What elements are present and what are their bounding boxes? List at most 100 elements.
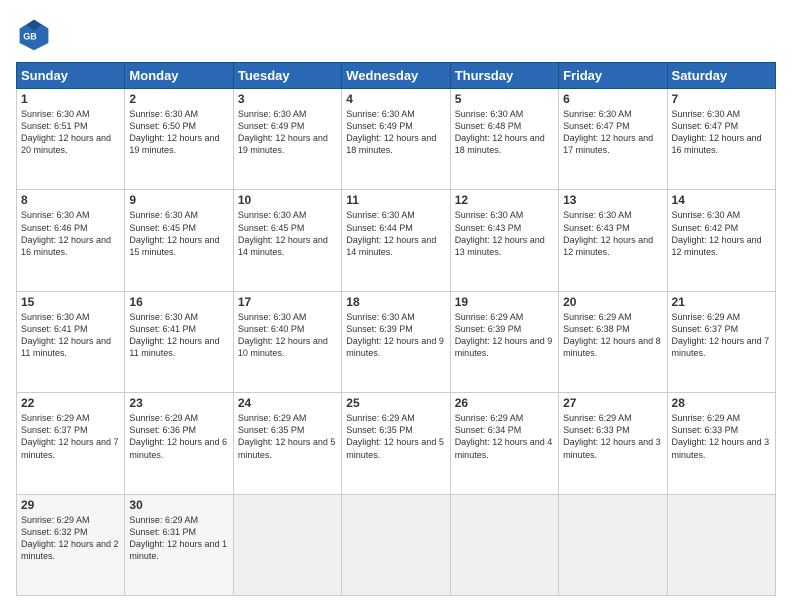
cell-info: Sunrise: 6:30 AM Sunset: 6:49 PM Dayligh… — [346, 108, 445, 157]
cell-info: Sunrise: 6:30 AM Sunset: 6:41 PM Dayligh… — [129, 311, 228, 360]
calendar-cell: 12 Sunrise: 6:30 AM Sunset: 6:43 PM Dayl… — [450, 190, 558, 291]
calendar-cell: 27 Sunrise: 6:29 AM Sunset: 6:33 PM Dayl… — [559, 393, 667, 494]
calendar-header-sunday: Sunday — [17, 63, 125, 89]
day-number: 20 — [563, 295, 662, 309]
cell-info: Sunrise: 6:30 AM Sunset: 6:43 PM Dayligh… — [563, 209, 662, 258]
calendar-cell: 17 Sunrise: 6:30 AM Sunset: 6:40 PM Dayl… — [233, 291, 341, 392]
calendar-cell: 26 Sunrise: 6:29 AM Sunset: 6:34 PM Dayl… — [450, 393, 558, 494]
calendar-cell: 30 Sunrise: 6:29 AM Sunset: 6:31 PM Dayl… — [125, 494, 233, 595]
day-number: 9 — [129, 193, 228, 207]
calendar-header-wednesday: Wednesday — [342, 63, 450, 89]
day-number: 1 — [21, 92, 120, 106]
cell-info: Sunrise: 6:30 AM Sunset: 6:44 PM Dayligh… — [346, 209, 445, 258]
calendar-cell — [667, 494, 775, 595]
calendar-header-friday: Friday — [559, 63, 667, 89]
calendar-week-5: 29 Sunrise: 6:29 AM Sunset: 6:32 PM Dayl… — [17, 494, 776, 595]
calendar-cell: 25 Sunrise: 6:29 AM Sunset: 6:35 PM Dayl… — [342, 393, 450, 494]
day-number: 13 — [563, 193, 662, 207]
calendar-cell: 3 Sunrise: 6:30 AM Sunset: 6:49 PM Dayli… — [233, 89, 341, 190]
day-number: 30 — [129, 498, 228, 512]
day-number: 18 — [346, 295, 445, 309]
cell-info: Sunrise: 6:29 AM Sunset: 6:33 PM Dayligh… — [563, 412, 662, 461]
calendar-week-3: 15 Sunrise: 6:30 AM Sunset: 6:41 PM Dayl… — [17, 291, 776, 392]
calendar-week-4: 22 Sunrise: 6:29 AM Sunset: 6:37 PM Dayl… — [17, 393, 776, 494]
calendar-cell: 13 Sunrise: 6:30 AM Sunset: 6:43 PM Dayl… — [559, 190, 667, 291]
cell-info: Sunrise: 6:29 AM Sunset: 6:39 PM Dayligh… — [455, 311, 554, 360]
day-number: 4 — [346, 92, 445, 106]
day-number: 26 — [455, 396, 554, 410]
calendar-cell: 4 Sunrise: 6:30 AM Sunset: 6:49 PM Dayli… — [342, 89, 450, 190]
calendar-cell: 29 Sunrise: 6:29 AM Sunset: 6:32 PM Dayl… — [17, 494, 125, 595]
calendar-cell: 18 Sunrise: 6:30 AM Sunset: 6:39 PM Dayl… — [342, 291, 450, 392]
cell-info: Sunrise: 6:29 AM Sunset: 6:38 PM Dayligh… — [563, 311, 662, 360]
calendar-header-monday: Monday — [125, 63, 233, 89]
calendar-header-thursday: Thursday — [450, 63, 558, 89]
cell-info: Sunrise: 6:29 AM Sunset: 6:37 PM Dayligh… — [21, 412, 120, 461]
logo-icon: GB — [16, 16, 52, 52]
calendar-cell: 20 Sunrise: 6:29 AM Sunset: 6:38 PM Dayl… — [559, 291, 667, 392]
calendar-table: SundayMondayTuesdayWednesdayThursdayFrid… — [16, 62, 776, 596]
calendar-cell: 22 Sunrise: 6:29 AM Sunset: 6:37 PM Dayl… — [17, 393, 125, 494]
cell-info: Sunrise: 6:30 AM Sunset: 6:40 PM Dayligh… — [238, 311, 337, 360]
day-number: 22 — [21, 396, 120, 410]
calendar-cell — [559, 494, 667, 595]
calendar-cell: 15 Sunrise: 6:30 AM Sunset: 6:41 PM Dayl… — [17, 291, 125, 392]
calendar-cell: 14 Sunrise: 6:30 AM Sunset: 6:42 PM Dayl… — [667, 190, 775, 291]
day-number: 28 — [672, 396, 771, 410]
cell-info: Sunrise: 6:30 AM Sunset: 6:45 PM Dayligh… — [129, 209, 228, 258]
cell-info: Sunrise: 6:30 AM Sunset: 6:49 PM Dayligh… — [238, 108, 337, 157]
cell-info: Sunrise: 6:30 AM Sunset: 6:47 PM Dayligh… — [563, 108, 662, 157]
day-number: 21 — [672, 295, 771, 309]
calendar-header-saturday: Saturday — [667, 63, 775, 89]
cell-info: Sunrise: 6:29 AM Sunset: 6:35 PM Dayligh… — [346, 412, 445, 461]
cell-info: Sunrise: 6:30 AM Sunset: 6:48 PM Dayligh… — [455, 108, 554, 157]
calendar-cell: 8 Sunrise: 6:30 AM Sunset: 6:46 PM Dayli… — [17, 190, 125, 291]
cell-info: Sunrise: 6:29 AM Sunset: 6:31 PM Dayligh… — [129, 514, 228, 563]
calendar-cell: 10 Sunrise: 6:30 AM Sunset: 6:45 PM Dayl… — [233, 190, 341, 291]
day-number: 2 — [129, 92, 228, 106]
cell-info: Sunrise: 6:29 AM Sunset: 6:35 PM Dayligh… — [238, 412, 337, 461]
svg-text:GB: GB — [23, 31, 37, 41]
cell-info: Sunrise: 6:30 AM Sunset: 6:42 PM Dayligh… — [672, 209, 771, 258]
day-number: 10 — [238, 193, 337, 207]
calendar-cell: 6 Sunrise: 6:30 AM Sunset: 6:47 PM Dayli… — [559, 89, 667, 190]
day-number: 3 — [238, 92, 337, 106]
calendar-week-1: 1 Sunrise: 6:30 AM Sunset: 6:51 PM Dayli… — [17, 89, 776, 190]
calendar-cell: 11 Sunrise: 6:30 AM Sunset: 6:44 PM Dayl… — [342, 190, 450, 291]
day-number: 17 — [238, 295, 337, 309]
page: GB SundayMondayTuesdayWednesdayThursdayF… — [0, 0, 792, 612]
day-number: 25 — [346, 396, 445, 410]
day-number: 12 — [455, 193, 554, 207]
calendar-cell: 1 Sunrise: 6:30 AM Sunset: 6:51 PM Dayli… — [17, 89, 125, 190]
calendar-cell — [342, 494, 450, 595]
calendar-cell: 23 Sunrise: 6:29 AM Sunset: 6:36 PM Dayl… — [125, 393, 233, 494]
day-number: 14 — [672, 193, 771, 207]
header: GB — [16, 16, 776, 52]
cell-info: Sunrise: 6:30 AM Sunset: 6:45 PM Dayligh… — [238, 209, 337, 258]
calendar-cell: 19 Sunrise: 6:29 AM Sunset: 6:39 PM Dayl… — [450, 291, 558, 392]
calendar-cell: 28 Sunrise: 6:29 AM Sunset: 6:33 PM Dayl… — [667, 393, 775, 494]
cell-info: Sunrise: 6:29 AM Sunset: 6:33 PM Dayligh… — [672, 412, 771, 461]
calendar-header-row: SundayMondayTuesdayWednesdayThursdayFrid… — [17, 63, 776, 89]
cell-info: Sunrise: 6:30 AM Sunset: 6:51 PM Dayligh… — [21, 108, 120, 157]
calendar-cell: 2 Sunrise: 6:30 AM Sunset: 6:50 PM Dayli… — [125, 89, 233, 190]
calendar-header-tuesday: Tuesday — [233, 63, 341, 89]
calendar-cell: 5 Sunrise: 6:30 AM Sunset: 6:48 PM Dayli… — [450, 89, 558, 190]
day-number: 27 — [563, 396, 662, 410]
cell-info: Sunrise: 6:30 AM Sunset: 6:46 PM Dayligh… — [21, 209, 120, 258]
day-number: 29 — [21, 498, 120, 512]
calendar-cell: 16 Sunrise: 6:30 AM Sunset: 6:41 PM Dayl… — [125, 291, 233, 392]
calendar-cell: 24 Sunrise: 6:29 AM Sunset: 6:35 PM Dayl… — [233, 393, 341, 494]
cell-info: Sunrise: 6:30 AM Sunset: 6:50 PM Dayligh… — [129, 108, 228, 157]
calendar-cell: 9 Sunrise: 6:30 AM Sunset: 6:45 PM Dayli… — [125, 190, 233, 291]
calendar-cell — [233, 494, 341, 595]
day-number: 23 — [129, 396, 228, 410]
calendar-week-2: 8 Sunrise: 6:30 AM Sunset: 6:46 PM Dayli… — [17, 190, 776, 291]
day-number: 7 — [672, 92, 771, 106]
cell-info: Sunrise: 6:29 AM Sunset: 6:34 PM Dayligh… — [455, 412, 554, 461]
cell-info: Sunrise: 6:29 AM Sunset: 6:37 PM Dayligh… — [672, 311, 771, 360]
day-number: 8 — [21, 193, 120, 207]
day-number: 15 — [21, 295, 120, 309]
cell-info: Sunrise: 6:30 AM Sunset: 6:47 PM Dayligh… — [672, 108, 771, 157]
calendar-cell: 7 Sunrise: 6:30 AM Sunset: 6:47 PM Dayli… — [667, 89, 775, 190]
